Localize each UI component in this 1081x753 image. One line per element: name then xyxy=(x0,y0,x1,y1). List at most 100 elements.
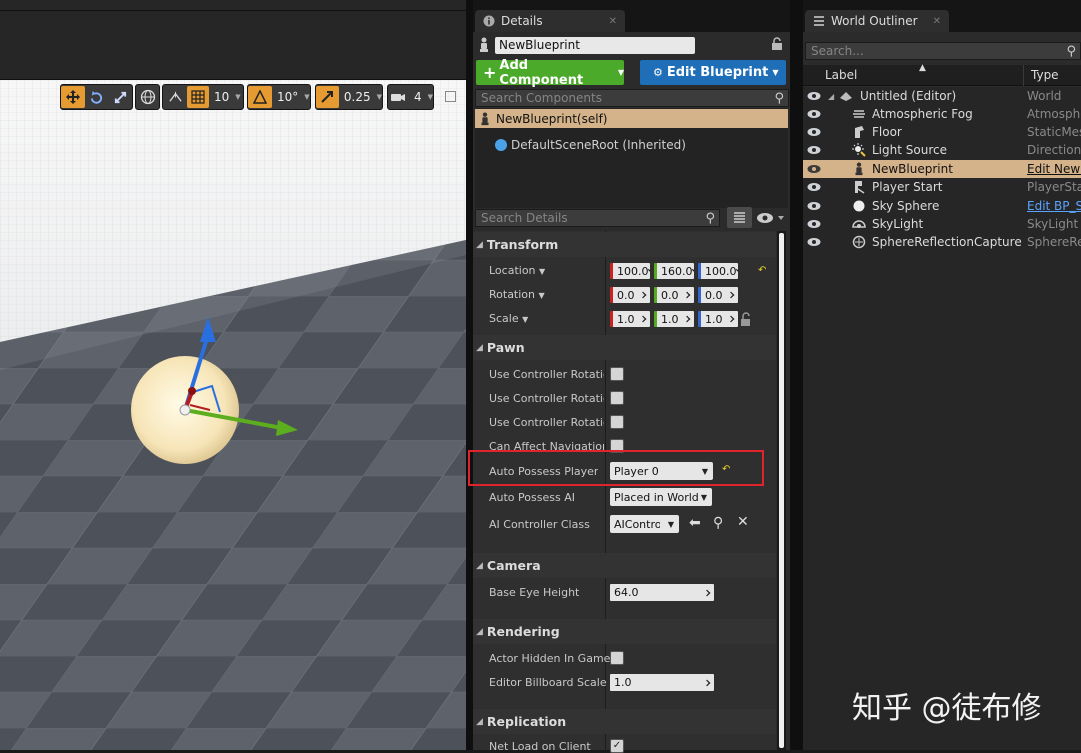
section-transform-title: Transform xyxy=(486,237,559,252)
visibility-eye-icon[interactable] xyxy=(807,182,821,192)
translate-mode-button[interactable] xyxy=(61,86,85,108)
auto-possess-ai-dropdown[interactable]: Placed in World ▼ xyxy=(610,488,712,506)
add-component-button[interactable]: + Add Component ▼ xyxy=(476,58,624,88)
view-options-button[interactable] xyxy=(756,211,786,225)
chevron-down-icon: ▼ xyxy=(772,68,779,77)
search-components-input[interactable]: Search Components ⚲ xyxy=(475,89,789,107)
location-x-field[interactable]: 100.0 xyxy=(610,263,650,279)
rotate-mode-button[interactable] xyxy=(85,86,109,108)
visibility-eye-icon[interactable] xyxy=(807,109,821,119)
column-header-label[interactable]: Label xyxy=(825,68,857,82)
rotation-y-field[interactable]: 0.0 xyxy=(654,287,694,303)
panel-splitter[interactable] xyxy=(790,0,803,750)
outliner-row-atmospheric-fog[interactable]: Atmospheric Fog Atmospheric xyxy=(803,105,1081,123)
viewport-scene[interactable] xyxy=(0,80,466,750)
scale-x-field[interactable]: 1.0 xyxy=(610,311,650,327)
location-z-field[interactable]: 100.0 xyxy=(698,263,738,279)
location-y-field[interactable]: 160.0 xyxy=(654,263,694,279)
edit-blueprint-button[interactable]: ⚙ Edit Blueprint ▼ xyxy=(640,60,786,85)
scale-mode-button[interactable] xyxy=(108,86,132,108)
ai-controller-class-label: AI Controller Class xyxy=(489,518,590,531)
visibility-eye-icon[interactable] xyxy=(807,91,821,101)
visibility-eye-icon[interactable] xyxy=(807,145,821,155)
actor-hidden-in-game-checkbox[interactable] xyxy=(610,651,624,665)
base-eye-height-field[interactable]: 64.0 xyxy=(610,584,714,601)
use-controller-rotation-roll-checkbox[interactable] xyxy=(610,415,624,429)
scale-snap-value[interactable]: 0.25 xyxy=(339,90,376,104)
scale-snap-toggle[interactable] xyxy=(316,86,339,108)
reset-to-default-icon[interactable]: ↶ xyxy=(758,265,766,276)
camera-speed-button[interactable] xyxy=(388,86,409,108)
component-item-self[interactable]: NewBlueprint(self) xyxy=(475,109,788,128)
expand-arrow-icon[interactable]: ◢ xyxy=(828,92,834,101)
edit-bp-sky-link[interactable]: Edit BP_Sky xyxy=(1027,199,1081,213)
lock-icon[interactable] xyxy=(770,37,784,51)
tab-details[interactable]: Details ✕ xyxy=(475,10,625,32)
visibility-eye-icon[interactable] xyxy=(807,164,821,174)
world-icon xyxy=(840,92,852,101)
tab-details-label: Details xyxy=(501,14,543,28)
outliner-row-light-source[interactable]: Light Source Directional xyxy=(803,141,1081,159)
scale-y-field[interactable]: 1.0 xyxy=(654,311,694,327)
scale-z-field[interactable]: 1.0 xyxy=(698,311,738,327)
use-controller-rotation-roll-label: Use Controller Rotation xyxy=(489,416,604,429)
camera-speed-value[interactable]: 4 xyxy=(409,90,427,104)
visibility-eye-icon[interactable] xyxy=(807,237,821,247)
panel-splitter[interactable] xyxy=(466,0,473,750)
outliner-row-floor[interactable]: Floor StaticMesh xyxy=(803,123,1081,141)
edit-blueprint-link[interactable]: Edit NewBlueprint xyxy=(1027,162,1081,176)
outliner-row-sky-sphere[interactable]: Sky Sphere Edit BP_Sky xyxy=(803,197,1081,215)
visibility-eye-icon[interactable] xyxy=(807,219,821,229)
details-tabstrip: Details ✕ xyxy=(473,0,790,32)
outliner-row-player-start[interactable]: Player Start PlayerStart xyxy=(803,178,1081,196)
scale-label[interactable]: Scale ▼ xyxy=(489,312,528,325)
chevron-down-icon: ▼ xyxy=(539,267,546,276)
close-icon[interactable]: ✕ xyxy=(933,16,941,27)
maximize-viewport-icon[interactable] xyxy=(445,91,456,102)
unlock-icon[interactable] xyxy=(740,311,752,327)
actor-name-field[interactable]: NewBlueprint xyxy=(495,37,695,54)
section-replication[interactable]: ◢ Replication xyxy=(473,709,776,734)
level-viewport[interactable]: 10 ▼ 10° ▼ 0.25 ▼ 4 ▼ xyxy=(0,0,466,750)
rotation-z-field[interactable]: 0.0 xyxy=(698,287,738,303)
column-header-type[interactable]: Type xyxy=(1031,68,1059,82)
browse-search-icon[interactable]: ⚲ xyxy=(713,515,723,531)
rotation-snap-value[interactable]: 10° xyxy=(272,90,303,104)
surface-snap-button[interactable] xyxy=(163,86,187,108)
section-rendering[interactable]: ◢ Rendering xyxy=(473,619,776,644)
ai-controller-class-dropdown[interactable]: AIControlle▼ xyxy=(610,515,679,533)
component-item-default-scene-root[interactable]: DefaultSceneRoot (Inherited) xyxy=(495,136,686,154)
net-load-on-client-checkbox[interactable]: ✓ xyxy=(610,739,624,753)
world-space-button[interactable] xyxy=(136,86,159,108)
outliner-row-skylight[interactable]: SkyLight SkyLight xyxy=(803,215,1081,233)
details-scrollbar-thumb[interactable] xyxy=(779,233,784,748)
outliner-row-sphere-reflection-capture[interactable]: SphereReflectionCapture SphereReflection xyxy=(803,233,1081,251)
outliner-row-name: Untitled (Editor) xyxy=(860,89,957,103)
use-controller-rotation-pitch-checkbox[interactable] xyxy=(610,367,624,381)
search-details-input[interactable]: Search Details ⚲ xyxy=(475,209,720,227)
rotation-x-field[interactable]: 0.0 xyxy=(610,287,650,303)
use-selected-arrow-icon[interactable]: ⬅ xyxy=(689,515,701,531)
outliner-search-input[interactable]: Search... ⚲ xyxy=(805,42,1081,60)
clear-icon[interactable]: ✕ xyxy=(737,514,749,530)
tab-world-outliner[interactable]: World Outliner ✕ xyxy=(805,10,949,32)
visibility-eye-icon[interactable] xyxy=(807,127,821,137)
outliner-row-world[interactable]: ◢ Untitled (Editor) World xyxy=(803,87,1081,105)
gizmo-x-tip[interactable] xyxy=(188,387,196,395)
editor-billboard-scale-field[interactable]: 1.0 xyxy=(610,674,714,691)
section-camera[interactable]: ◢ Camera xyxy=(473,553,776,578)
transform-mode-group xyxy=(60,84,133,110)
property-matrix-button[interactable] xyxy=(727,207,752,228)
grid-snap-toggle[interactable] xyxy=(187,86,209,108)
rotation-label[interactable]: Rotation ▼ xyxy=(489,288,545,301)
visibility-eye-icon[interactable] xyxy=(807,201,821,211)
gizmo-center[interactable] xyxy=(179,404,191,416)
outliner-row-newblueprint[interactable]: NewBlueprint Edit NewBlueprint xyxy=(803,160,1081,178)
eye-icon xyxy=(757,213,784,223)
close-icon[interactable]: ✕ xyxy=(609,16,617,27)
rotation-snap-toggle[interactable] xyxy=(248,86,272,108)
use-controller-rotation-yaw-checkbox[interactable] xyxy=(610,391,624,405)
location-label[interactable]: Location ▼ xyxy=(489,264,545,277)
section-pawn[interactable]: ◢ Pawn xyxy=(473,335,776,360)
grid-snap-value[interactable]: 10 xyxy=(209,90,234,104)
